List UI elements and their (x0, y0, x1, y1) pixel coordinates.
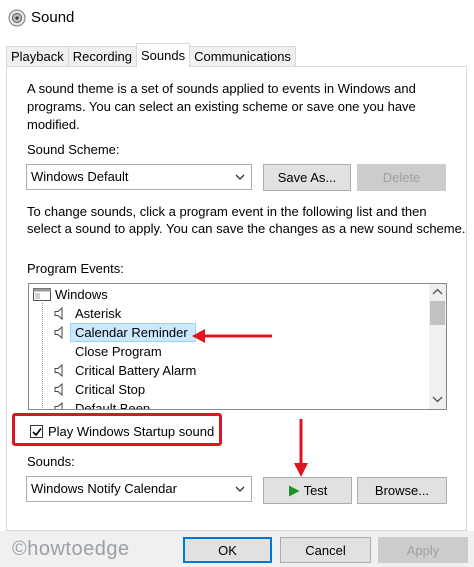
speaker-icon (54, 307, 63, 320)
tab-communications[interactable]: Communications (189, 46, 296, 67)
tab-strip: Playback Recording Sounds Communications (6, 43, 296, 67)
browse-button[interactable]: Browse... (357, 477, 447, 504)
scroll-thumb[interactable] (430, 301, 445, 325)
program-events-list[interactable]: Windows Asterisk Calendar Reminder Close… (28, 283, 447, 410)
list-item-label: Calendar Reminder (75, 325, 188, 340)
chevron-down-icon (235, 486, 245, 492)
speaker-app-icon (8, 9, 26, 27)
window-group-icon (33, 288, 51, 301)
sound-scheme-label: Sound Scheme: (27, 142, 120, 157)
startup-sound-checkbox[interactable] (30, 425, 43, 438)
tab-recording[interactable]: Recording (67, 46, 138, 67)
window-title: Sound (31, 9, 75, 26)
list-scrollbar[interactable] (429, 284, 446, 409)
tab-playback[interactable]: Playback (6, 46, 69, 67)
intro-text-line-3: modified. (27, 117, 80, 132)
title-bar: Sound (0, 0, 474, 36)
list-item-label: Default Beep (75, 401, 151, 410)
sounds-select[interactable]: Windows Notify Calendar (26, 476, 252, 502)
sounds-label: Sounds: (27, 454, 75, 469)
speaker-icon (54, 402, 63, 409)
list-item-label: Close Program (75, 344, 162, 359)
list-item-label: Windows (55, 287, 108, 302)
speaker-icon (54, 364, 63, 377)
program-events-label: Program Events: (27, 261, 124, 276)
speaker-icon (54, 326, 63, 339)
annotation-arrow-down (294, 419, 308, 477)
scroll-up-icon[interactable] (432, 288, 443, 296)
play-icon (288, 485, 300, 497)
list-item-label: Critical Battery Alarm (75, 363, 197, 378)
speaker-icon (54, 383, 63, 396)
change-text-line-2: select a sound to apply. You can save th… (27, 221, 466, 236)
sounds-value: Windows Notify Calendar (31, 481, 177, 496)
checkmark-icon (32, 428, 42, 437)
test-button[interactable]: Test (263, 477, 352, 504)
tab-sounds[interactable]: Sounds (136, 43, 191, 67)
list-item-label: Critical Stop (75, 382, 146, 397)
test-button-label: Test (303, 483, 328, 498)
cancel-button[interactable]: Cancel (280, 537, 371, 563)
ok-button[interactable]: OK (183, 537, 272, 563)
tree-connector (42, 303, 43, 409)
watermark-text: ©howtoedge (12, 538, 130, 560)
apply-button[interactable]: Apply (378, 537, 468, 563)
intro-text-line-2: programs. You can select an existing sch… (27, 99, 416, 114)
change-text-line-1: To change sounds, click a program event … (27, 204, 427, 219)
sound-scheme-select[interactable]: Windows Default (26, 164, 252, 190)
delete-button[interactable]: Delete (357, 164, 446, 191)
scroll-down-icon[interactable] (432, 395, 443, 403)
annotation-arrow-left (192, 329, 272, 343)
save-as-button[interactable]: Save As... (263, 164, 351, 191)
intro-text-line-1: A sound theme is a set of sounds applied… (27, 81, 416, 96)
list-item-label: Asterisk (75, 306, 122, 321)
startup-sound-label: Play Windows Startup sound (48, 424, 215, 439)
chevron-down-icon (235, 174, 245, 180)
sound-scheme-value: Windows Default (31, 169, 129, 184)
